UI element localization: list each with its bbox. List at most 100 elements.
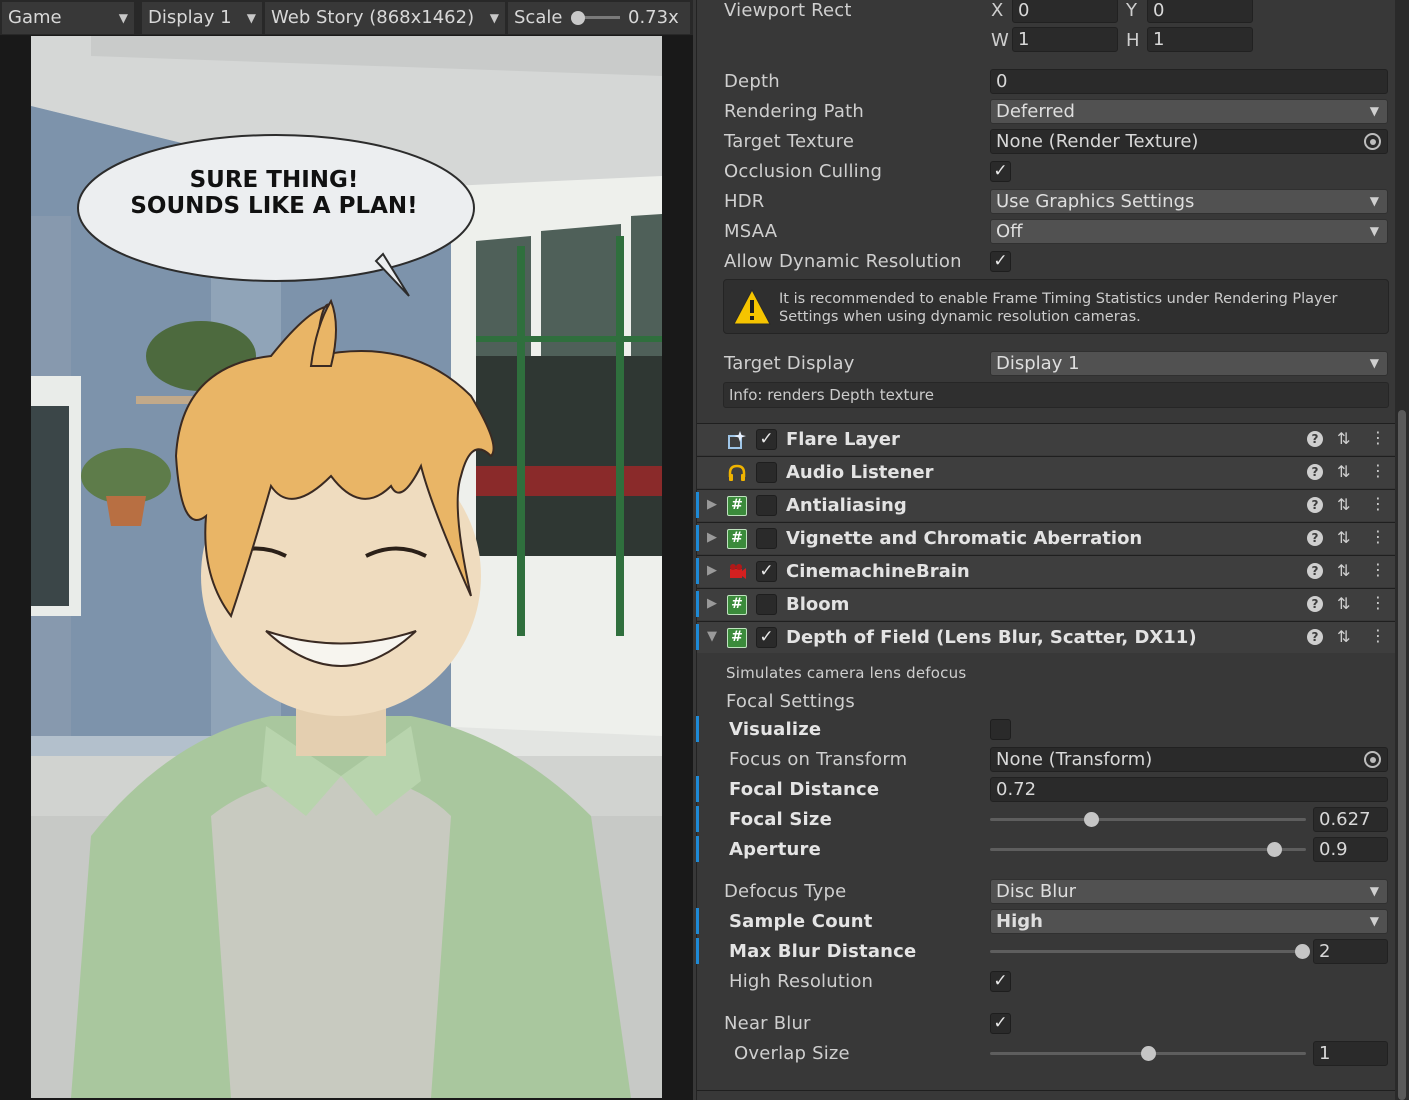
- viewport-x-field[interactable]: 0: [1012, 0, 1118, 23]
- expand-arrow-icon[interactable]: ▶: [707, 530, 717, 545]
- override-indicator: [696, 558, 699, 584]
- help-icon[interactable]: ?: [1307, 464, 1323, 480]
- preset-icon[interactable]: ⇅: [1337, 462, 1350, 481]
- focal-size-label: Focal Size: [729, 809, 833, 830]
- component-enabled-checkbox[interactable]: [756, 462, 777, 483]
- expand-arrow-icon[interactable]: ▶: [707, 596, 717, 611]
- object-picker-icon[interactable]: [1364, 751, 1381, 768]
- overlap-size-field[interactable]: 1: [1313, 1041, 1388, 1066]
- script-hash-icon: #: [727, 628, 747, 648]
- focal-distance-field[interactable]: 0.72: [990, 777, 1388, 802]
- visualize-checkbox[interactable]: [990, 719, 1011, 740]
- preset-icon[interactable]: ⇅: [1337, 627, 1350, 646]
- display-dropdown[interactable]: Display 1 ▼: [142, 2, 262, 34]
- expand-arrow-icon[interactable]: ▶: [707, 497, 717, 512]
- help-icon[interactable]: ?: [1307, 431, 1323, 447]
- warning-text: It is recommended to enable Frame Timing…: [779, 291, 1338, 325]
- depth-field[interactable]: 0: [990, 69, 1388, 94]
- viewport-y-label: Y: [1126, 0, 1137, 21]
- msaa-label: MSAA: [724, 221, 778, 242]
- object-picker-icon[interactable]: [1364, 133, 1381, 150]
- component-enabled-checkbox[interactable]: [756, 495, 777, 516]
- near-blur-label: Near Blur: [724, 1013, 811, 1034]
- component-header-bloom[interactable]: ▶ # Bloom ? ⇅ ⋮: [697, 588, 1395, 620]
- aperture-slider[interactable]: [990, 848, 1306, 851]
- target-texture-label: Target Texture: [724, 131, 855, 152]
- inspector-scrollbar[interactable]: [1395, 0, 1409, 1100]
- component-header-antialiasing[interactable]: ▶ # Antialiasing ? ⇅ ⋮: [697, 489, 1395, 521]
- max-blur-slider[interactable]: [990, 950, 1306, 953]
- help-icon[interactable]: ?: [1307, 530, 1323, 546]
- component-enabled-checkbox[interactable]: [756, 528, 777, 549]
- defocus-type-dropdown[interactable]: Disc Blur ▼: [990, 879, 1388, 904]
- preset-icon[interactable]: ⇅: [1337, 429, 1350, 448]
- component-enabled-checkbox[interactable]: ✓: [756, 627, 777, 648]
- view-type-dropdown[interactable]: Game ▼: [2, 2, 134, 34]
- help-icon[interactable]: ?: [1307, 596, 1323, 612]
- chevron-down-icon: ▼: [118, 11, 128, 25]
- preset-icon[interactable]: ⇅: [1337, 594, 1350, 613]
- game-view-panel: Game ▼ Display 1 ▼ Web Story (868x1462) …: [0, 0, 693, 1100]
- aperture-slider-knob[interactable]: [1266, 842, 1282, 857]
- target-display-label: Target Display: [724, 353, 855, 374]
- more-options-icon[interactable]: ⋮: [1370, 428, 1386, 447]
- focus-transform-field[interactable]: None (Transform): [990, 747, 1388, 772]
- target-texture-field[interactable]: None (Render Texture): [990, 129, 1388, 154]
- more-options-icon[interactable]: ⋮: [1370, 527, 1386, 546]
- preset-icon[interactable]: ⇅: [1337, 495, 1350, 514]
- script-hash-icon: #: [727, 529, 747, 549]
- help-icon[interactable]: ?: [1307, 497, 1323, 513]
- resolution-dropdown[interactable]: Web Story (868x1462) ▼: [265, 2, 505, 34]
- override-indicator: [696, 525, 699, 551]
- game-viewport: SURE THING! SOUNDS LIKE A PLAN!: [31, 36, 662, 1098]
- overlap-size-slider-knob[interactable]: [1140, 1046, 1156, 1061]
- expand-arrow-icon[interactable]: ▶: [707, 563, 717, 578]
- component-enabled-checkbox[interactable]: [756, 594, 777, 615]
- scene-render: SURE THING! SOUNDS LIKE A PLAN!: [31, 36, 662, 1098]
- more-options-icon[interactable]: ⋮: [1370, 626, 1386, 645]
- component-header-audio-listener[interactable]: Audio Listener ? ⇅ ⋮: [697, 456, 1395, 488]
- occlusion-culling-checkbox[interactable]: ✓: [990, 161, 1011, 182]
- near-blur-checkbox[interactable]: ✓: [990, 1013, 1011, 1034]
- override-indicator: [696, 492, 699, 518]
- defocus-type-value: Disc Blur: [996, 881, 1077, 902]
- component-title: Antialiasing: [786, 495, 907, 516]
- component-header-depth-of-field[interactable]: ▼ # ✓ Depth of Field (Lens Blur, Scatter…: [697, 621, 1395, 653]
- component-header-vignette[interactable]: ▶ # Vignette and Chromatic Aberration ? …: [697, 522, 1395, 554]
- component-header-flare-layer[interactable]: ✓ Flare Layer ? ⇅ ⋮: [697, 423, 1395, 455]
- override-indicator: [696, 591, 699, 617]
- component-enabled-checkbox[interactable]: ✓: [756, 429, 777, 450]
- dynamic-resolution-checkbox[interactable]: ✓: [990, 251, 1011, 272]
- dof-description: Simulates camera lens defocus: [726, 664, 967, 682]
- more-options-icon[interactable]: ⋮: [1370, 494, 1386, 513]
- preset-icon[interactable]: ⇅: [1337, 561, 1350, 580]
- target-display-dropdown[interactable]: Display 1 ▼: [990, 351, 1388, 376]
- focal-size-slider[interactable]: [990, 818, 1306, 821]
- sample-count-dropdown[interactable]: High ▼: [990, 909, 1388, 934]
- focal-size-field[interactable]: 0.627: [1313, 807, 1388, 832]
- more-options-icon[interactable]: ⋮: [1370, 593, 1386, 612]
- viewport-w-field[interactable]: 1: [1012, 27, 1118, 52]
- more-options-icon[interactable]: ⋮: [1370, 560, 1386, 579]
- depth-label: Depth: [724, 71, 780, 92]
- target-texture-value: None (Render Texture): [996, 131, 1199, 152]
- msaa-dropdown[interactable]: Off ▼: [990, 219, 1388, 244]
- help-icon[interactable]: ?: [1307, 629, 1323, 645]
- max-blur-field[interactable]: 2: [1313, 939, 1388, 964]
- more-options-icon[interactable]: ⋮: [1370, 461, 1386, 480]
- component-enabled-checkbox[interactable]: ✓: [756, 561, 777, 582]
- component-header-cinemachine[interactable]: ▶ ✓ CinemachineBrain ? ⇅ ⋮: [697, 555, 1395, 587]
- chevron-down-icon: ▼: [1369, 104, 1379, 118]
- viewport-h-field[interactable]: 1: [1147, 27, 1253, 52]
- rendering-path-dropdown[interactable]: Deferred ▼: [990, 99, 1388, 124]
- collapse-arrow-icon[interactable]: ▼: [707, 629, 717, 644]
- viewport-y-field[interactable]: 0: [1147, 0, 1253, 23]
- hdr-dropdown[interactable]: Use Graphics Settings ▼: [990, 189, 1388, 214]
- help-icon[interactable]: ?: [1307, 563, 1323, 579]
- scrollbar-thumb[interactable]: [1398, 410, 1406, 1100]
- chevron-down-icon: ▼: [1369, 914, 1379, 928]
- preset-icon[interactable]: ⇅: [1337, 528, 1350, 547]
- aperture-field[interactable]: 0.9: [1313, 837, 1388, 862]
- high-resolution-checkbox[interactable]: ✓: [990, 971, 1011, 992]
- focal-size-slider-knob[interactable]: [1083, 812, 1099, 827]
